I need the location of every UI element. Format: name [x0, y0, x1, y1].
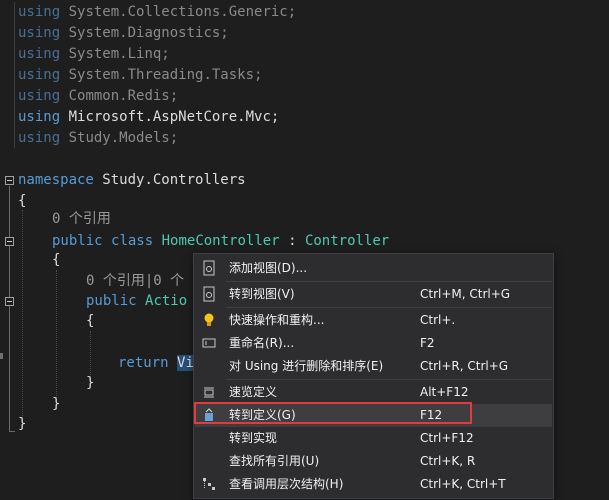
add-view-icon: [201, 260, 217, 276]
menu-item-go-to-view[interactable]: 转到视图(V) Ctrl+M, Ctrl+G: [195, 283, 552, 306]
menu-item-shortcut: Ctrl+R, Ctrl+G: [420, 359, 509, 373]
indent-guide: [22, 210, 23, 422]
code-line-namespace-open[interactable]: {: [18, 191, 26, 212]
menu-item-label: 转到实现: [229, 431, 278, 445]
collapse-method-icon[interactable]: [5, 297, 14, 306]
menu-item-remove-sort-usings[interactable]: 对 Using 进行删除和排序(E) Ctrl+R, Ctrl+G: [195, 355, 552, 378]
menu-item-label: 重命名(R)...: [229, 336, 295, 350]
collapse-class-icon[interactable]: [5, 237, 14, 246]
menu-item-shortcut: Ctrl+K, Ctrl+T: [420, 477, 506, 491]
breakpoint-margin-marker: [0, 353, 3, 359]
code-line-using-4[interactable]: using System.Threading.Tasks;: [18, 65, 262, 86]
peek-definition-icon: [201, 384, 217, 400]
code-line-class[interactable]: public class HomeController : Controller: [52, 231, 389, 252]
code-line-class-close[interactable]: }: [52, 394, 60, 415]
menu-item-shortcut: F2: [420, 336, 435, 350]
menu-item-quick-actions[interactable]: 快速操作和重构... Ctrl+.: [195, 309, 552, 332]
namespace-fold-line: [9, 186, 10, 431]
menu-item-find-all-references[interactable]: 查找所有引用(U) Ctrl+K, R: [195, 450, 552, 473]
code-line-class-open[interactable]: {: [52, 250, 60, 271]
indent-guide-method: [90, 331, 91, 379]
code-line-using-1[interactable]: using System.Collections.Generic;: [18, 2, 296, 23]
namespace-fold-end: [9, 431, 15, 432]
code-line-namespace-close[interactable]: }: [18, 414, 26, 435]
code-line-method[interactable]: public Actio: [86, 291, 187, 312]
menu-item-label: 添加视图(D)...: [229, 261, 308, 275]
indent-guide-class: [56, 270, 57, 400]
rename-icon: [201, 335, 217, 351]
code-line-using-2[interactable]: using System.Diagnostics;: [18, 23, 229, 44]
fold-region-bar: [14, 2, 15, 148]
menu-item-shortcut: Ctrl+F12: [420, 431, 474, 445]
menu-item-call-hierarchy[interactable]: 查看调用层次结构(H) Ctrl+K, Ctrl+T: [195, 473, 552, 496]
menu-item-shortcut: Ctrl+K, R: [420, 454, 476, 468]
code-line-method-close[interactable]: }: [86, 373, 94, 394]
menu-item-peek-definition[interactable]: 速览定义 Alt+F12: [195, 381, 552, 404]
context-menu: 添加视图(D)... 转到视图(V) Ctrl+M, Ctrl+G 快速操作和重…: [193, 253, 554, 499]
menu-item-label: 查找所有引用(U): [229, 454, 320, 468]
go-to-view-icon: [201, 286, 217, 302]
code-line-using-6[interactable]: using Microsoft.AspNetCore.Mvc;: [18, 107, 279, 128]
codelens-method-references[interactable]: 0 个引用|0 个: [86, 271, 184, 292]
menu-separator: [226, 281, 552, 282]
code-line-using-7[interactable]: using Study.Models;: [18, 128, 178, 149]
highlight-annotation-box: [194, 402, 472, 424]
lightbulb-icon: [201, 312, 217, 328]
code-line-using-5[interactable]: using Common.Redis;: [18, 86, 178, 107]
menu-item-shortcut: Ctrl+.: [420, 313, 456, 327]
menu-item-rename[interactable]: 重命名(R)... F2: [195, 332, 552, 355]
menu-item-label: 查看调用层次结构(H): [229, 477, 344, 491]
code-line-method-open[interactable]: {: [86, 311, 94, 332]
menu-item-label: 速览定义: [229, 385, 278, 399]
menu-item-add-view[interactable]: 添加视图(D)...: [195, 257, 552, 280]
menu-item-go-to-implementation[interactable]: 转到实现 Ctrl+F12: [195, 427, 552, 450]
menu-separator: [226, 379, 552, 380]
collapse-namespace-icon[interactable]: [5, 176, 14, 185]
code-line-namespace[interactable]: namespace Study.Controllers: [18, 170, 246, 191]
menu-item-label: 转到视图(V): [229, 287, 295, 301]
code-line-return[interactable]: return Vi: [118, 353, 194, 374]
codelens-class-references[interactable]: 0 个引用: [52, 209, 111, 230]
menu-item-shortcut: Alt+F12: [420, 385, 469, 399]
menu-item-label: 快速操作和重构...: [229, 313, 325, 327]
call-hierarchy-icon: [201, 476, 217, 492]
menu-item-label: 对 Using 进行删除和排序(E): [229, 359, 384, 373]
code-line-using-3[interactable]: using System.Linq;: [18, 44, 170, 65]
menu-item-shortcut: Ctrl+M, Ctrl+G: [420, 287, 511, 301]
menu-separator: [226, 307, 552, 308]
